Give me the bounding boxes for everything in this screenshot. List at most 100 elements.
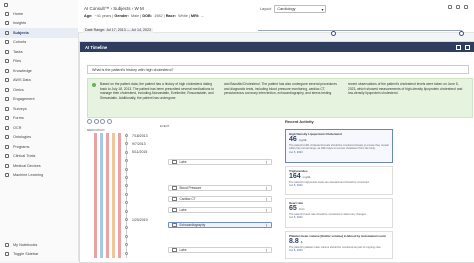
timeline-event[interactable]: Echocardiography ⋮ [168,222,272,228]
medication-bar[interactable] [118,133,121,258]
date-slider-start-handle[interactable] [331,30,336,36]
card-description: The patient's HDL cholesterol levels sho… [289,144,389,151]
card-date-link[interactable]: Jun 5, 2023 [289,249,389,252]
answer-col-1: Based on the patient data, the patient h… [100,82,214,100]
sidebar-item-home[interactable]: Home [0,9,78,19]
timeline-event[interactable]: Labs ⋮ [168,247,272,253]
card-value: 8.8 fL [289,238,389,246]
card-date-link[interactable]: Jun 5, 2023 [289,151,389,154]
timeline-dot[interactable] [125,150,128,154]
card-date-link[interactable]: Jun 5, 2023 [289,216,389,219]
sidebar-item-ocr[interactable]: OCR [0,123,78,133]
recent-activity-card[interactable]: Heart rate 65 /min The patient's heart rat… [285,198,393,228]
nav-icon [5,135,9,140]
event-label: Labs [179,208,187,212]
reset-icon[interactable] [100,119,105,124]
timeline-dot[interactable] [125,167,128,171]
sidebar-item-forms[interactable]: Forms [0,114,78,124]
more-icon[interactable]: ⋮ [265,197,268,201]
timeline-dot[interactable] [125,251,128,255]
timeline-dot[interactable] [125,226,128,230]
timeline-dot[interactable] [125,142,128,146]
sidebar-item-tasks[interactable]: Tasks [0,47,78,57]
more-icon[interactable] [464,5,468,9]
more-icon[interactable]: ⋮ [265,186,268,190]
question-input[interactable]: What is the patient's history with high … [87,65,469,74]
sidebar-item-omics[interactable]: Omics [0,85,78,95]
recent-activity-card[interactable]: Platelet mean volume [Entitic volume] in… [285,231,393,259]
timeline-dot[interactable] [125,243,128,247]
timeline-event[interactable]: Blood Pressure ⋮ [168,185,272,191]
timeline-date: 5/11/2015 [132,150,148,155]
timeline-dot[interactable] [125,176,128,179]
sidebar-item-label: Files [13,59,22,64]
sidebar-item-engagement[interactable]: Engagement [0,95,78,105]
timeline-dot[interactable] [125,234,128,238]
close-icon[interactable] [465,45,470,50]
date-slider-end-handle[interactable] [459,30,464,36]
sidebar-item-my-notebooks[interactable]: My Notebooks [0,240,78,250]
zoom-in-icon[interactable] [87,119,92,124]
sidebar-item-programs[interactable]: Programs [0,142,78,152]
sidebar-item-medical-devices[interactable]: Medical Devices [0,161,78,171]
medication-bar[interactable] [94,133,97,258]
timeline-dot[interactable] [125,134,128,137]
recent-activity-card[interactable]: High Density Lipoprotein Cholesterol 46 m… [285,129,393,163]
sidebar-item-label: My Notebooks [13,242,38,247]
gender-label: Gender: [114,14,129,18]
sidebar-item-surveys[interactable]: Surveys [0,104,78,114]
timeline-event[interactable]: Labs ⋮ [168,207,272,213]
timeline-dot[interactable] [125,218,128,221]
event-label: Echocardiography [179,223,206,227]
sidebar-item-label: Engagement [13,97,35,102]
timeline-dot[interactable] [125,201,128,205]
timeline-date: 1/20/2019 [132,217,148,222]
timeline-dot[interactable] [125,159,128,163]
sidebar-item-knowledge[interactable]: Knowledge [0,66,78,76]
date-range[interactable]: Date Range: Jul 17, 2013 — Jul 14, 2023 [83,27,153,33]
sidebar-item-subjects[interactable]: Subjects [0,28,78,38]
layout-select[interactable]: Cardiology ▾ [274,5,327,13]
timeline-dot[interactable] [125,184,128,188]
more-icon[interactable]: ⋮ [265,208,268,212]
value-number: 8.8 [289,238,299,245]
timeline-event[interactable]: Labs ⋮ [168,159,272,165]
sidebar-item-label: Insights [13,21,27,26]
settings-icon[interactable] [456,5,460,9]
sidebar-header [0,0,78,9]
sidebar-item-machine-learning[interactable]: Machine Learning [0,171,78,181]
sidebar: Home Insights Subjects Cohorts Tasks Files Kno… [0,0,79,261]
timeline-dot[interactable] [125,209,128,213]
medication-bar[interactable] [100,133,103,258]
expand-icon[interactable] [456,45,461,50]
card-value: 65 /min [289,205,389,213]
sidebar-item-cohorts[interactable]: Cohorts [0,38,78,48]
medication-bar[interactable] [106,133,109,258]
sidebar-item-label: Machine Learning [13,173,44,178]
more-icon[interactable]: ⋮ [265,248,268,252]
filter-icon[interactable] [106,119,112,124]
ai-timeline-header: AI Timeline [80,42,474,52]
timeline-dot[interactable] [125,192,128,196]
sidebar-item-aws-data[interactable]: AWS Data [0,76,78,86]
bookmark-icon[interactable] [448,5,452,9]
sidebar-item-toggle-sidebar[interactable]: Toggle Sidebar [0,250,78,260]
sidebar-item-clinical-trials[interactable]: Clinical Trials [0,152,78,162]
recent-activity-title: Recent Activity [285,119,314,124]
zoom-out-icon[interactable] [93,119,99,124]
event-icon [172,196,177,202]
recent-activity-card[interactable]: Triglycerides 164 mg/dL The patient's trig… [285,166,393,195]
card-date-link[interactable]: Jun 5, 2023 [289,184,389,187]
date-slider-track[interactable] [258,29,464,36]
nav-icon [5,59,9,64]
more-icon[interactable]: ⋮ [265,160,268,164]
sidebar-item-ontologies[interactable]: Ontologies [0,133,78,143]
more-icon[interactable]: ⋮ [265,223,268,227]
medication-bar[interactable] [112,133,115,258]
sidebar-item-files[interactable]: Files [0,57,78,67]
menu-icon[interactable] [4,2,8,7]
sidebar-item-insights[interactable]: Insights [0,19,78,29]
card-description: The patient's platelet mean volume shoul… [289,246,382,249]
breadcrumb[interactable]: AI Consult™ › Subjects › W M [84,6,144,11]
timeline-event[interactable]: Cardiac CT ⋮ [168,196,272,202]
